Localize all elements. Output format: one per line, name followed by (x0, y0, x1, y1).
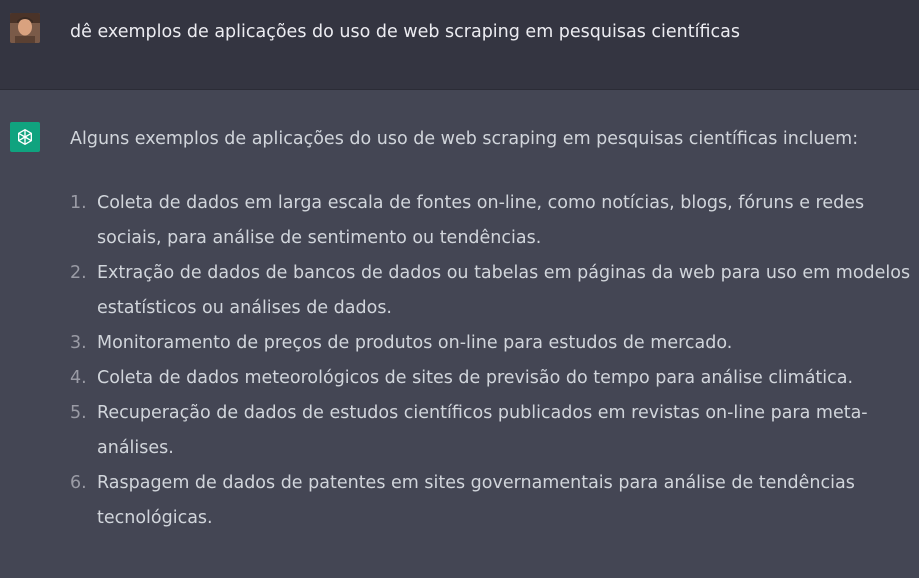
list-item-text: Raspagem de dados de patentes em sites g… (97, 473, 855, 493)
user-message-text: dê exemplos de aplicações do uso de web … (70, 22, 740, 42)
list-item: 1. Coleta de dados em larga escala de fo… (70, 186, 919, 256)
assistant-intro-text: Alguns exemplos de aplicações do uso de … (70, 129, 859, 149)
list-item-text: Extração de dados de bancos de dados ou … (97, 263, 911, 283)
list-item: 2. Extração de dados de bancos de dados … (70, 256, 919, 326)
list-item: 3. Monitoramento de preços de produtos o… (70, 326, 919, 361)
list-item-number: 6. (70, 473, 87, 493)
assistant-avatar (10, 122, 40, 152)
answer-list: 1. Coleta de dados em larga escala de fo… (70, 186, 919, 536)
list-item-text-continued: sociais, para análise de sentimento ou t… (97, 228, 542, 248)
list-item-text: Coleta de dados em larga escala de fonte… (97, 193, 865, 213)
user-message-row: dê exemplos de aplicações do uso de web … (0, 0, 919, 90)
list-item: 6. Raspagem de dados de patentes em site… (70, 466, 919, 536)
list-item-number: 1. (70, 193, 87, 213)
list-item-text-continued: tecnológicas. (97, 508, 213, 528)
list-item-number: 3. (70, 333, 87, 353)
list-item-text: Coleta de dados meteorológicos de sites … (97, 368, 854, 388)
openai-logo-icon (18, 129, 32, 145)
list-item-number: 2. (70, 263, 87, 283)
list-item-text-continued: análises. (97, 438, 174, 458)
list-item-text: Recuperação de dados de estudos científi… (97, 403, 868, 423)
user-avatar (10, 13, 40, 43)
list-item-text-continued: estatísticos ou análises de dados. (97, 298, 392, 318)
user-avatar-photo-icon (10, 13, 40, 43)
list-item: 5. Recuperação de dados de estudos cient… (70, 396, 919, 466)
list-item-number: 5. (70, 403, 87, 423)
assistant-message-row: Alguns exemplos de aplicações do uso de … (0, 90, 919, 578)
list-item: 4. Coleta de dados meteorológicos de sit… (70, 361, 919, 396)
list-item-number: 4. (70, 368, 87, 388)
list-item-text: Monitoramento de preços de produtos on-l… (97, 333, 733, 353)
